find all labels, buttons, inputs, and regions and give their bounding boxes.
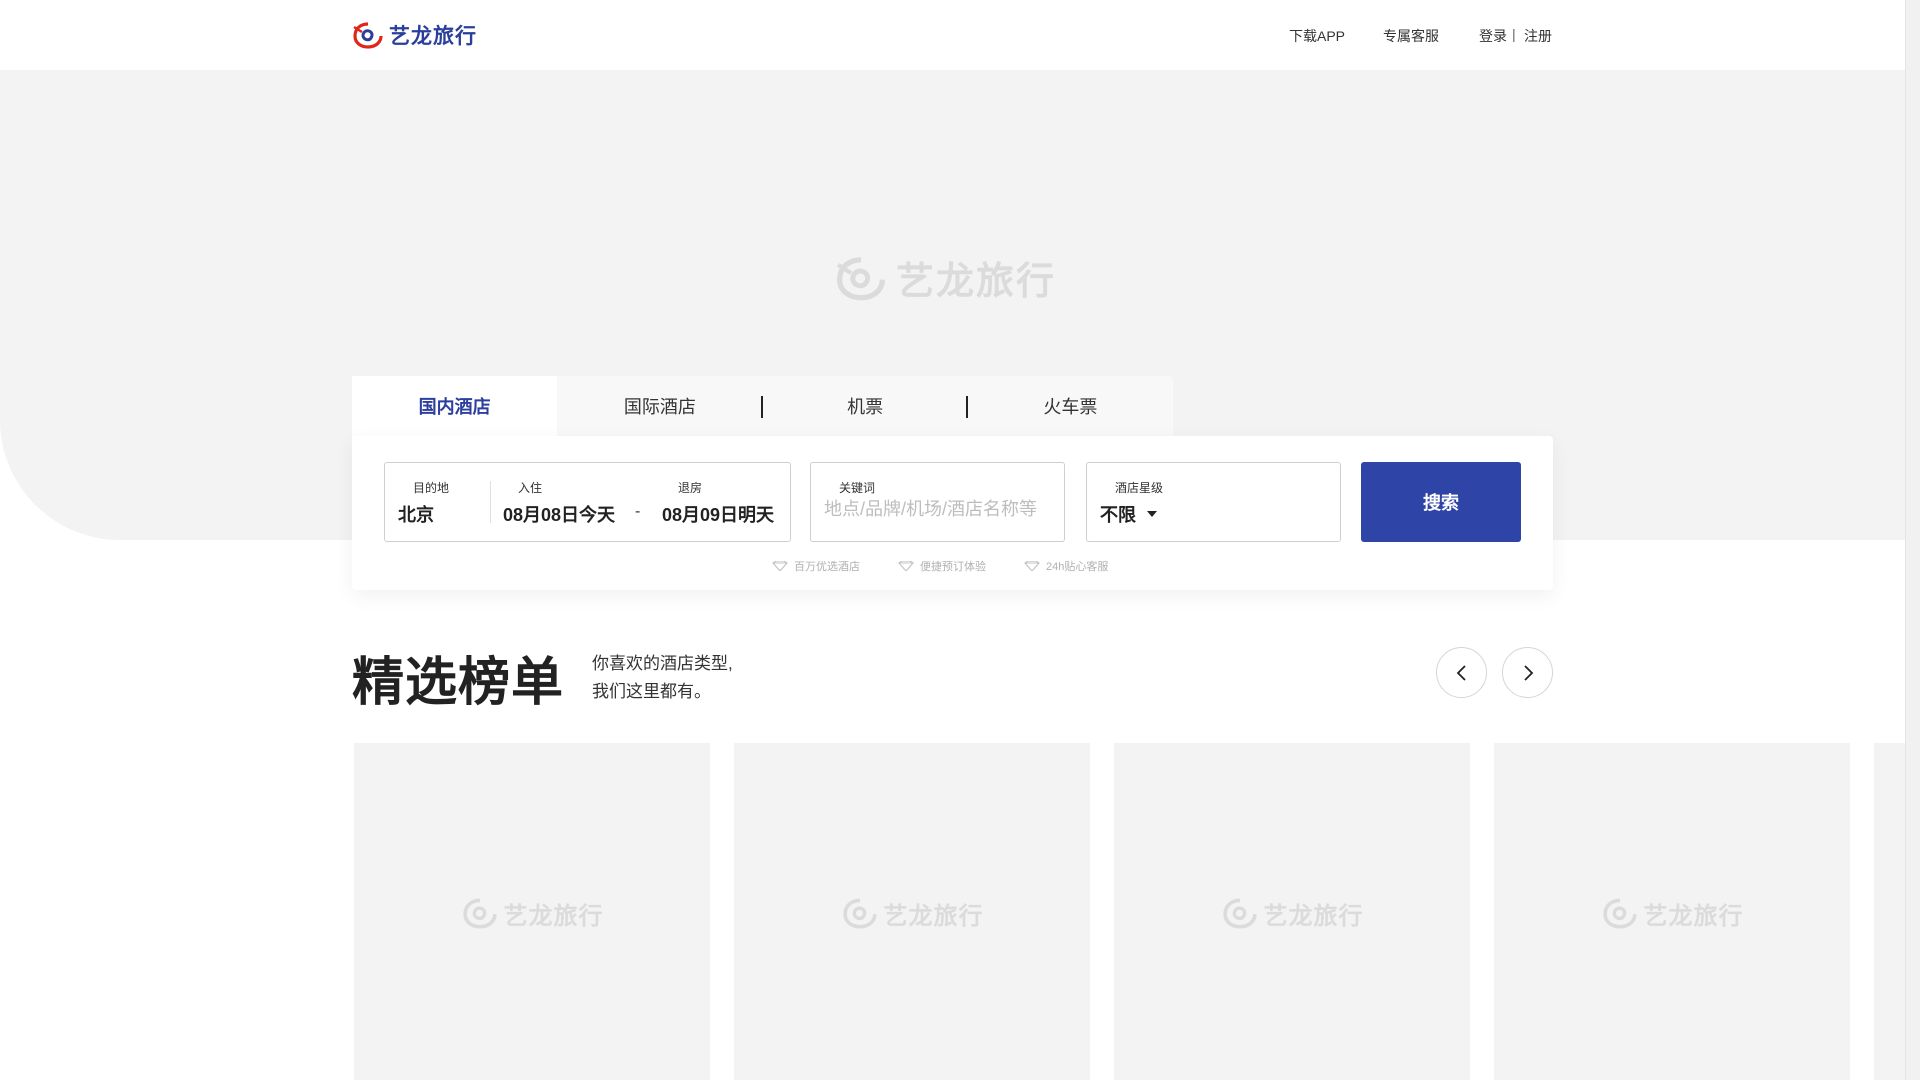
diamond-icon bbox=[898, 561, 914, 571]
tab-flights[interactable]: 机票 bbox=[763, 376, 968, 436]
card-watermark: 艺龙旅行 bbox=[1221, 896, 1364, 931]
search-button[interactable]: 搜索 bbox=[1361, 462, 1521, 542]
hotel-search-panel: 目的地 北京 入住 08月08日今天 - 退房 08月09日明天 关键词 酒店星… bbox=[352, 436, 1553, 590]
feature-text: 24h贴心客服 bbox=[1046, 561, 1109, 573]
checkin-label: 入住 bbox=[518, 481, 543, 495]
download-app-link[interactable]: 下载APP bbox=[1289, 26, 1345, 46]
elong-watermark-icon bbox=[842, 898, 877, 929]
customer-service-link[interactable]: 专属客服 bbox=[1383, 26, 1439, 46]
star-rating-box[interactable]: 酒店星级 不限 bbox=[1086, 462, 1341, 542]
checkin-value: 08月08日今天 bbox=[503, 505, 616, 525]
elong-watermark-icon bbox=[1222, 898, 1257, 929]
diamond-icon bbox=[1024, 561, 1040, 571]
chevron-right-icon bbox=[1523, 664, 1533, 681]
checkout-label: 退房 bbox=[678, 481, 703, 495]
caret-down-icon bbox=[1147, 511, 1157, 517]
rank-subtitle-line: 我们这里都有。 bbox=[592, 682, 711, 701]
diamond-icon bbox=[772, 561, 788, 571]
vertical-scrollbar[interactable] bbox=[1905, 0, 1920, 1080]
feature-item: 便捷预订体验 bbox=[898, 558, 986, 574]
feature-text: 百万优选酒店 bbox=[794, 561, 860, 573]
card-watermark-text: 艺龙旅行 bbox=[503, 902, 604, 930]
card-watermark: 艺龙旅行 bbox=[841, 896, 984, 931]
elong-logo-icon bbox=[353, 22, 383, 49]
tab-international-hotel[interactable]: 国际酒店 bbox=[557, 376, 763, 436]
chevron-left-icon bbox=[1456, 664, 1466, 681]
destination-label: 目的地 bbox=[413, 481, 450, 495]
hotel-card[interactable]: 艺龙旅行 bbox=[354, 743, 710, 1080]
hotel-card[interactable]: 艺龙旅行 bbox=[734, 743, 1090, 1080]
star-rating-label: 酒店星级 bbox=[1115, 481, 1164, 495]
tab-domestic-hotel[interactable]: 国内酒店 bbox=[352, 376, 558, 436]
elong-logo[interactable]: 艺龙旅行 bbox=[352, 20, 477, 50]
rank-subtitle-line: 你喜欢的酒店类型, bbox=[592, 654, 733, 673]
checkout-value: 08月09日明天 bbox=[662, 505, 775, 525]
site-header: 艺龙旅行 下载APP 专属客服 登录 | 注册 bbox=[0, 0, 1905, 70]
logo-text: 艺龙旅行 bbox=[389, 25, 477, 48]
rank-title: 精选榜单 bbox=[352, 654, 565, 712]
tab-label: 机票 bbox=[847, 397, 884, 417]
keyword-input[interactable] bbox=[824, 499, 1052, 520]
tab-label: 火车票 bbox=[1043, 397, 1098, 417]
hero-watermark-text: 艺龙旅行 bbox=[896, 261, 1057, 303]
destination-value: 北京 bbox=[398, 505, 434, 525]
tab-label: 国内酒店 bbox=[418, 397, 491, 417]
feature-item: 24h贴心客服 bbox=[1024, 558, 1108, 574]
star-rating-value: 不限 bbox=[1100, 505, 1136, 525]
tab-label: 国际酒店 bbox=[623, 397, 696, 417]
elong-watermark-icon bbox=[462, 898, 497, 929]
product-tabs: 国内酒店 国际酒店 机票 火车票 bbox=[352, 376, 1173, 436]
card-watermark-text: 艺龙旅行 bbox=[1643, 902, 1744, 930]
keyword-box: 关键词 bbox=[810, 462, 1065, 542]
rank-subtitle: 你喜欢的酒店类型, 我们这里都有。 bbox=[592, 650, 733, 706]
keyword-label: 关键词 bbox=[839, 481, 876, 495]
tab-train-tickets[interactable]: 火车票 bbox=[968, 376, 1173, 436]
card-watermark-text: 艺龙旅行 bbox=[1263, 902, 1364, 930]
elong-watermark-icon bbox=[836, 256, 885, 300]
card-watermark: 艺龙旅行 bbox=[1601, 896, 1744, 931]
date-dash: - bbox=[635, 503, 641, 520]
hotel-card-partial[interactable] bbox=[1874, 743, 1905, 1080]
hotel-card[interactable]: 艺龙旅行 bbox=[1114, 743, 1470, 1080]
feature-list: 百万优选酒店 便捷预订体验 24h贴心客服 bbox=[772, 558, 1108, 574]
feature-text: 便捷预订体验 bbox=[920, 561, 986, 573]
hotel-card[interactable]: 艺龙旅行 bbox=[1494, 743, 1850, 1080]
field-divider bbox=[490, 481, 491, 523]
card-watermark: 艺龙旅行 bbox=[461, 896, 604, 931]
elong-watermark-icon bbox=[1602, 898, 1637, 929]
nav-separator: | bbox=[1512, 26, 1516, 42]
card-watermark-text: 艺龙旅行 bbox=[883, 902, 984, 930]
page: 艺龙旅行 下载APP 专属客服 登录 | 注册 艺龙旅行 国内酒店 国际酒店 机… bbox=[0, 0, 1920, 1080]
login-link[interactable]: 登录 bbox=[1479, 26, 1507, 46]
destination-date-box: 目的地 北京 入住 08月08日今天 - 退房 08月09日明天 bbox=[384, 462, 791, 542]
feature-item: 百万优选酒店 bbox=[772, 558, 860, 574]
next-button[interactable] bbox=[1502, 647, 1553, 698]
prev-button[interactable] bbox=[1436, 647, 1487, 698]
hero-watermark: 艺龙旅行 bbox=[834, 250, 1056, 305]
register-link[interactable]: 注册 bbox=[1524, 26, 1552, 46]
